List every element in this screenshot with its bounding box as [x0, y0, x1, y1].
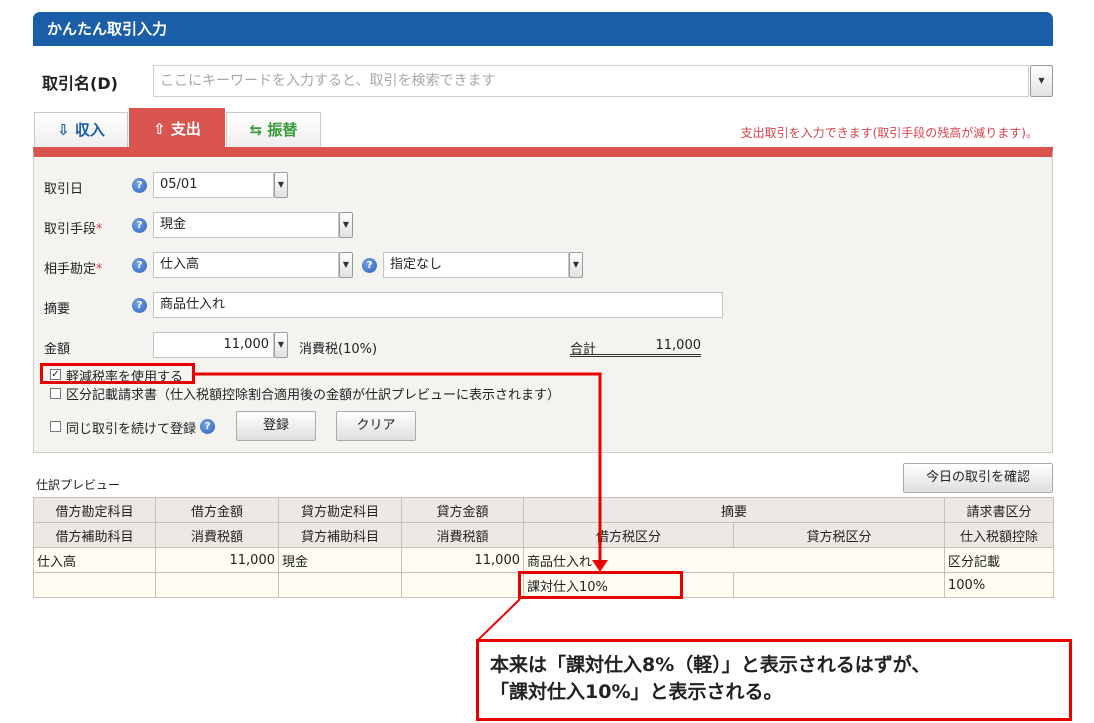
annotation-line-2: 「課対仕入10%」と表示される。 [490, 681, 783, 703]
arrow-head-icon [592, 560, 608, 572]
annotation-arrows [195, 372, 608, 641]
annotation-line-1: 本来は「課対仕入8%（軽）」と表示されるはずが、 [490, 654, 931, 676]
annotation-callout: 本来は「課対仕入8%（軽）」と表示されるはずが、 「課対仕入10%」と表示される… [476, 639, 1072, 721]
callout-pointer [477, 598, 521, 641]
arrow-line [195, 372, 602, 566]
